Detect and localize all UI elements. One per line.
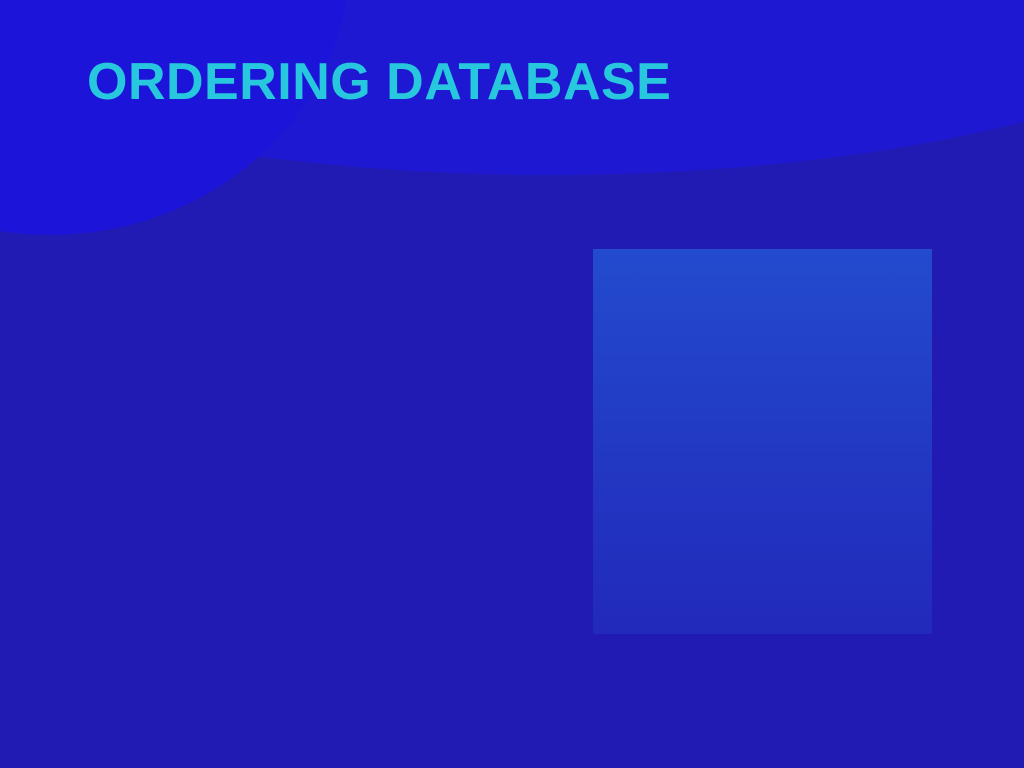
slide: ORDERING DATABASE	[0, 0, 1024, 768]
content-panel	[593, 249, 932, 634]
slide-title: ORDERING DATABASE	[87, 53, 672, 111]
